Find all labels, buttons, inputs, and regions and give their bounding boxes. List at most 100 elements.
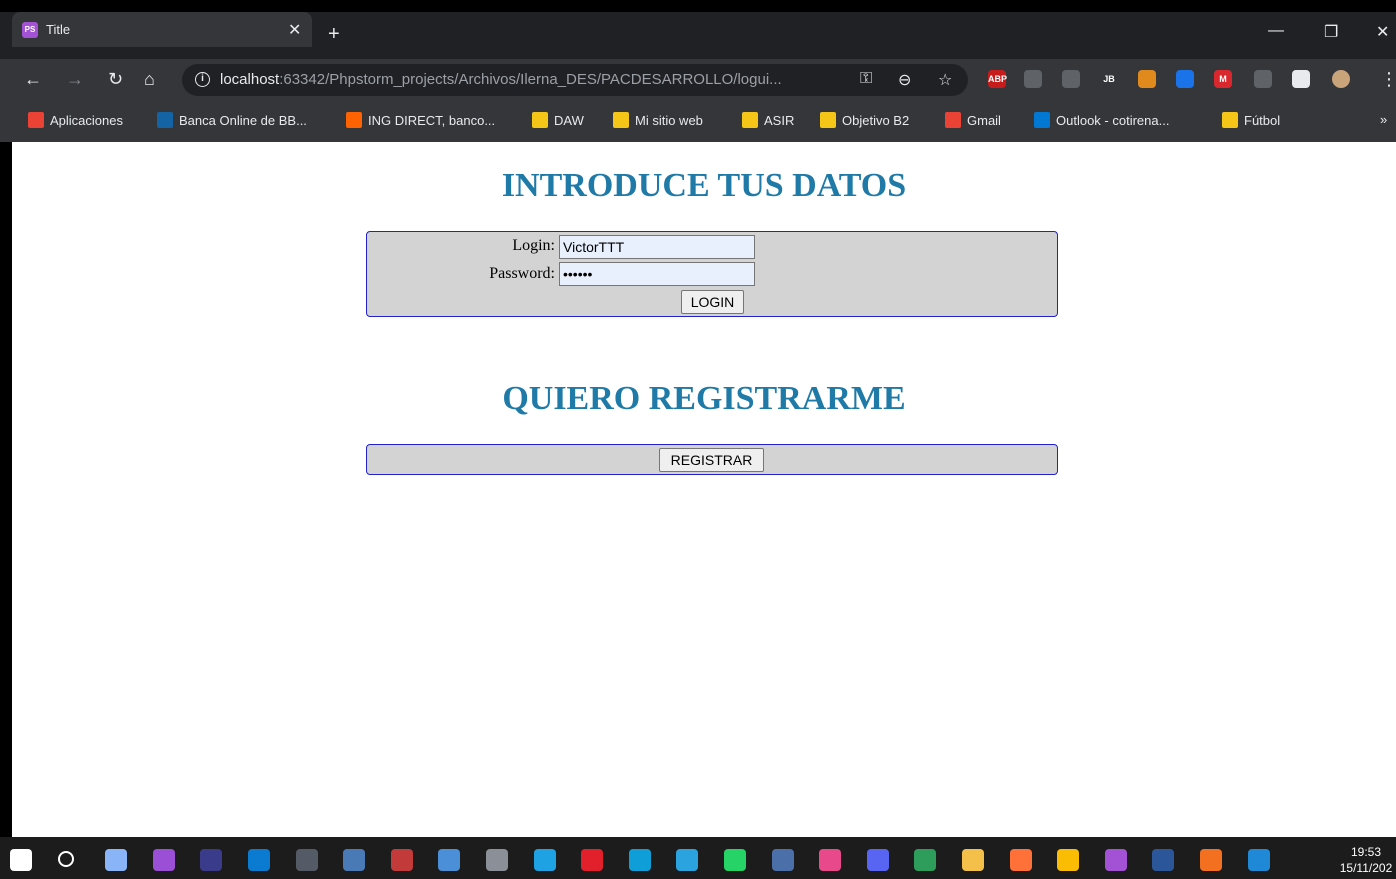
- home-icon[interactable]: ⌂: [144, 69, 155, 89]
- bookmark-label: Mi sitio web: [635, 112, 703, 128]
- folder-icon: [820, 112, 836, 128]
- password-input[interactable]: [559, 262, 755, 286]
- mysql-workbench-icon[interactable]: [772, 849, 794, 871]
- translator-icon[interactable]: [914, 849, 936, 871]
- adblock-icon[interactable]: ABP: [988, 70, 1007, 88]
- bookmark-label: Fútbol: [1244, 112, 1281, 128]
- bookmark-item[interactable]: ING DIRECT, banco...: [346, 112, 495, 128]
- menu-kebab-icon[interactable]: ⋮: [1380, 69, 1396, 89]
- clock-time: 19:53: [1350, 845, 1382, 859]
- search-icon[interactable]: [58, 851, 74, 867]
- calculator-icon[interactable]: [296, 849, 318, 871]
- bookmark-item[interactable]: Aplicaciones: [28, 112, 123, 128]
- register-button[interactable]: REGISTRAR: [659, 448, 764, 472]
- taskbar-clock[interactable]: 19:53 15/11/202: [1336, 844, 1396, 876]
- reload-icon[interactable]: ↻: [108, 69, 123, 89]
- bookmarks-overflow-icon[interactable]: »: [1380, 112, 1387, 127]
- bookmark-star-icon[interactable]: ☆: [938, 70, 952, 90]
- address-bar[interactable]: i localhost:63342/Phpstorm_projects/Arch…: [182, 64, 968, 96]
- bookmark-item[interactable]: Objetivo B2: [820, 112, 909, 128]
- intellij-icon[interactable]: [819, 849, 841, 871]
- url-host: localhost: [220, 71, 280, 88]
- window-close-icon[interactable]: ✕: [1376, 22, 1389, 42]
- bookmark-item[interactable]: Banca Online de BB...: [157, 112, 307, 128]
- puzzle-icon[interactable]: [1292, 70, 1310, 88]
- bookmarks-bar: Aplicaciones Banca Online de BB... ING DIR…: [0, 101, 1396, 142]
- url-path: :63342/Phpstorm_projects/Archivos/Ilerna…: [279, 71, 782, 88]
- bookmark-item[interactable]: Mi sitio web: [613, 112, 703, 128]
- ie-icon[interactable]: [534, 849, 556, 871]
- folder-icon: [613, 112, 629, 128]
- orange-app-icon[interactable]: [1200, 849, 1222, 871]
- phpstorm-icon[interactable]: [1105, 849, 1127, 871]
- discord-icon[interactable]: [867, 849, 889, 871]
- folder-icon: [742, 112, 758, 128]
- bookmark-item[interactable]: Fútbol: [1222, 112, 1280, 128]
- clock-date: 15/11/202: [1339, 861, 1393, 875]
- image-viewer-icon[interactable]: [105, 849, 127, 871]
- zoom-icon[interactable]: ⊖: [898, 70, 911, 90]
- register-heading: QUIERO REGISTRARME: [502, 380, 906, 417]
- browser-chrome: PS Title ✕ + — ❐ ✕ ← → ↻ ⌂ i localhost:6…: [0, 0, 1396, 142]
- minimize-icon[interactable]: —: [1268, 22, 1284, 40]
- visual-studio-icon[interactable]: [153, 849, 175, 871]
- gear-ext-icon[interactable]: [1254, 70, 1272, 88]
- bookmark-item[interactable]: ASIR: [742, 112, 794, 128]
- login-form: Login: Password: LOGIN: [366, 231, 1058, 317]
- jetbrains-icon[interactable]: JB: [1100, 70, 1118, 88]
- chrome-icon[interactable]: [1057, 849, 1079, 871]
- vscode-icon[interactable]: [248, 849, 270, 871]
- cube-icon[interactable]: [1062, 70, 1080, 88]
- screen-top-border: [0, 0, 1396, 12]
- key-icon[interactable]: ⚿: [860, 70, 872, 88]
- tab-close-icon[interactable]: ✕: [288, 20, 301, 40]
- browser-toolbar: ← → ↻ ⌂ i localhost:63342/Phpstorm_proje…: [0, 59, 1396, 101]
- bookmark-label: ING DIRECT, banco...: [368, 112, 496, 128]
- url-text: localhost:63342/Phpstorm_projects/Archiv…: [220, 71, 782, 88]
- tab-active[interactable]: PS Title ✕: [12, 12, 312, 47]
- page-viewport: INTRODUCE TUS DATOS Login: Password: LOG…: [12, 142, 1396, 837]
- file-explorer-icon[interactable]: [962, 849, 984, 871]
- ext-orange-icon[interactable]: [1138, 70, 1156, 88]
- folder-icon: [532, 112, 548, 128]
- back-arrow-icon[interactable]: ←: [24, 69, 42, 89]
- telegram-icon[interactable]: [676, 849, 698, 871]
- bookmark-label: ASIR: [764, 112, 795, 128]
- apps-grid-icon: [28, 112, 44, 128]
- word-icon[interactable]: [1152, 849, 1174, 871]
- git-icon[interactable]: [438, 849, 460, 871]
- tab-title: Title: [46, 22, 71, 37]
- windows-taskbar: 19:53 15/11/202: [0, 837, 1396, 879]
- site-info-icon[interactable]: i: [195, 72, 210, 87]
- opera-icon[interactable]: [581, 849, 603, 871]
- vagrant-icon[interactable]: [391, 849, 413, 871]
- new-tab-button[interactable]: +: [328, 24, 340, 44]
- eclipse-icon[interactable]: [200, 849, 222, 871]
- bookmark-item[interactable]: Outlook - cotirena...: [1034, 112, 1169, 128]
- forward-arrow-icon[interactable]: →: [66, 69, 84, 89]
- register-form: REGISTRAR: [366, 444, 1058, 475]
- firefox-icon[interactable]: [1010, 849, 1032, 871]
- password-label: Password:: [489, 265, 555, 282]
- login-button[interactable]: LOGIN: [681, 290, 744, 314]
- bookmark-item[interactable]: Gmail: [945, 112, 1001, 128]
- mega-icon[interactable]: M: [1214, 70, 1232, 88]
- virtualbox-icon[interactable]: [343, 849, 365, 871]
- ing-icon: [346, 112, 362, 128]
- bookmark-label: Aplicaciones: [50, 112, 123, 128]
- bbva-icon: [157, 112, 173, 128]
- restore-icon[interactable]: ❐: [1324, 22, 1338, 42]
- db-icon[interactable]: [486, 849, 508, 871]
- whatsapp-icon[interactable]: [724, 849, 746, 871]
- bookmark-item[interactable]: DAW: [532, 112, 584, 128]
- bookmark-label: DAW: [554, 112, 584, 128]
- photos-icon[interactable]: [1248, 849, 1270, 871]
- bookmark-label: Outlook - cotirena...: [1056, 112, 1170, 128]
- profile-avatar[interactable]: [1332, 70, 1350, 88]
- edge-icon[interactable]: [629, 849, 651, 871]
- feather-icon[interactable]: [1176, 70, 1194, 88]
- printer-icon[interactable]: [1024, 70, 1042, 88]
- outlook-icon: [1034, 112, 1050, 128]
- login-input[interactable]: [559, 235, 755, 259]
- start-windows-icon[interactable]: [10, 849, 32, 871]
